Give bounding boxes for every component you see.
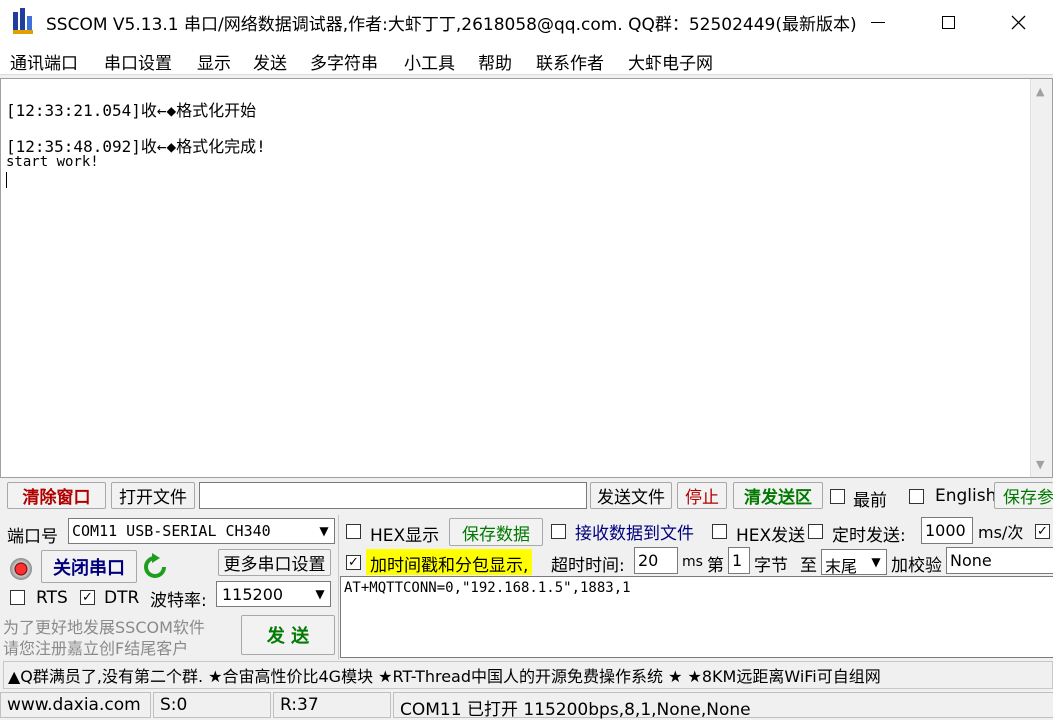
hex-display-label: HEX显示 [370, 526, 440, 546]
status-port-info: COM11 已打开 115200bps,8,1,None,None [393, 692, 1053, 720]
end-select[interactable]: 末尾 ▼ [821, 549, 887, 576]
check-icon: ✓ [348, 555, 359, 570]
menu-help[interactable]: 帮助 [478, 49, 512, 74]
rts-label: RTS [36, 588, 68, 608]
save-data-button[interactable]: 保存数据 [449, 518, 543, 546]
log-line: [12:33:21.054]收←◆格式化开始 [6, 101, 257, 120]
status-sent-count: S:0 [153, 692, 271, 718]
recv-to-file-label: 接收数据到文件 [575, 524, 694, 544]
menu-comm-port[interactable]: 通讯端口 [10, 49, 78, 74]
interval-unit-label: ms/次 [978, 523, 1024, 542]
timeout-input[interactable]: 20 [634, 547, 678, 574]
scroll-up-icon[interactable]: ▲ [1036, 85, 1044, 98]
dtr-checkbox[interactable]: ✓ [80, 590, 95, 605]
log-line: start work! [6, 154, 99, 170]
close-button[interactable] [983, 0, 1053, 45]
hex-send-checkbox[interactable] [712, 524, 727, 539]
rts-checkbox[interactable] [10, 590, 25, 605]
menu-bar: 通讯端口 串口设置 显示 发送 多字符串 小工具 帮助 联系作者 大虾电子网 [0, 45, 1053, 75]
check-icon: ✓ [1037, 524, 1048, 539]
byte-label: 字节 [754, 556, 788, 576]
title-bar: SSCOM V5.13.1 串口/网络数据调试器,作者:大虾丁丁,2618058… [0, 0, 1053, 45]
interval-input[interactable]: 1000 [921, 517, 973, 544]
port-status-indicator-icon [10, 558, 32, 580]
refresh-icon[interactable] [142, 553, 168, 581]
ticker-bar[interactable]: ▲Q群满员了,没有第二个群. ★合宙高性价比4G模块 ★RT-Thread中国人… [3, 661, 1053, 689]
maximize-button[interactable] [913, 0, 983, 45]
port-label: 端口号 [7, 527, 58, 547]
interval-value: 1000 [925, 521, 966, 540]
to-label: 至 [800, 556, 817, 576]
promo-line-2[interactable]: 请您注册嘉立创F结尾客户 [3, 635, 188, 659]
menu-tools[interactable]: 小工具 [404, 49, 455, 74]
chevron-down-icon[interactable]: ▼ [310, 582, 330, 606]
checksum-value: None [950, 551, 992, 570]
minimize-button[interactable] [843, 0, 913, 45]
timestamp-checkbox[interactable]: ✓ [346, 555, 361, 570]
receive-scrollbar[interactable]: ▲ ▼ [1030, 79, 1052, 477]
status-bar: www.daxia.com S:0 R:37 COM11 已打开 115200b… [0, 690, 1053, 720]
chevron-down-icon[interactable]: ▼ [866, 550, 886, 574]
save-params-button[interactable]: 保存参 [994, 482, 1053, 509]
menu-multi-string[interactable]: 多字符串 [310, 49, 378, 74]
checksum-label: 加校验 [891, 556, 942, 576]
window-title: SSCOM V5.13.1 串口/网络数据调试器,作者:大虾丁丁,2618058… [46, 15, 857, 35]
scroll-down-icon[interactable]: ▼ [1036, 458, 1044, 471]
menu-serial-settings[interactable]: 串口设置 [104, 49, 172, 74]
timed-send-checkbox[interactable] [808, 524, 823, 539]
close-port-button[interactable]: 关闭串口 [41, 550, 137, 583]
clear-window-button[interactable]: 清除窗口 [7, 482, 106, 509]
recv-to-file-checkbox[interactable] [551, 524, 566, 539]
add-newline-checkbox[interactable]: ✓ [1035, 524, 1050, 539]
text-cursor [6, 172, 7, 188]
dtr-label: DTR [104, 588, 140, 608]
status-received-count: R:37 [273, 692, 391, 718]
clear-send-button[interactable]: 清发送区 [733, 482, 823, 509]
baud-rate-value: 115200 [222, 585, 284, 604]
hex-display-checkbox[interactable] [346, 524, 361, 539]
close-icon [1011, 15, 1025, 30]
timeout-value: 20 [638, 551, 659, 570]
send-textarea[interactable]: AT+MQTTCONN=0,"192.168.1.5",1883,1 [340, 576, 1053, 658]
menu-send[interactable]: 发送 [253, 49, 287, 74]
check-icon: ✓ [82, 590, 93, 605]
receive-area[interactable]: [12:33:21.054]收←◆格式化开始 [12:35:48.092]收←◆… [0, 78, 1053, 478]
chevron-down-icon[interactable]: ▼ [314, 519, 334, 543]
open-file-button[interactable]: 打开文件 [111, 482, 195, 509]
baud-rate-select[interactable]: 115200 ▼ [216, 581, 331, 607]
topmost-label: 最前 [853, 491, 887, 511]
send-button[interactable]: 发 送 [241, 615, 335, 655]
hex-send-label: HEX发送 [736, 526, 806, 546]
minimize-icon [871, 22, 885, 23]
stop-button[interactable]: 停止 [677, 482, 727, 509]
english-label: English [935, 486, 997, 506]
byte-start-input[interactable]: 1 [728, 547, 750, 574]
port-select-value: COM11 USB-SERIAL CH340 [72, 522, 271, 540]
byte-start-value: 1 [732, 551, 743, 570]
menu-daxia-website[interactable]: 大虾电子网 [628, 49, 713, 74]
port-select[interactable]: COM11 USB-SERIAL CH340 ▼ [68, 518, 335, 544]
end-value: 末尾 [825, 557, 858, 576]
topmost-checkbox[interactable] [830, 489, 845, 504]
app-logo-icon [11, 8, 37, 36]
menu-display[interactable]: 显示 [197, 49, 231, 74]
checksum-select[interactable]: None [946, 547, 1053, 574]
file-path-input[interactable] [199, 482, 587, 509]
timestamp-label: 加时间戳和分包显示, [366, 549, 533, 576]
menu-contact-author[interactable]: 联系作者 [536, 49, 604, 74]
panel-divider [338, 515, 339, 660]
english-checkbox[interactable] [909, 489, 924, 504]
status-website[interactable]: www.daxia.com [0, 692, 151, 718]
send-text: AT+MQTTCONN=0,"192.168.1.5",1883,1 [344, 580, 631, 596]
baud-label: 波特率: [150, 591, 207, 611]
timeout-label: 超时时间: [551, 556, 625, 576]
timeout-unit-label: ms [682, 554, 703, 570]
byte-prefix-label: 第 [707, 556, 724, 576]
send-file-button[interactable]: 发送文件 [590, 482, 672, 509]
more-serial-settings-button[interactable]: 更多串口设置 [218, 549, 331, 576]
maximize-icon [941, 16, 955, 29]
timed-send-label: 定时发送: [832, 526, 906, 546]
